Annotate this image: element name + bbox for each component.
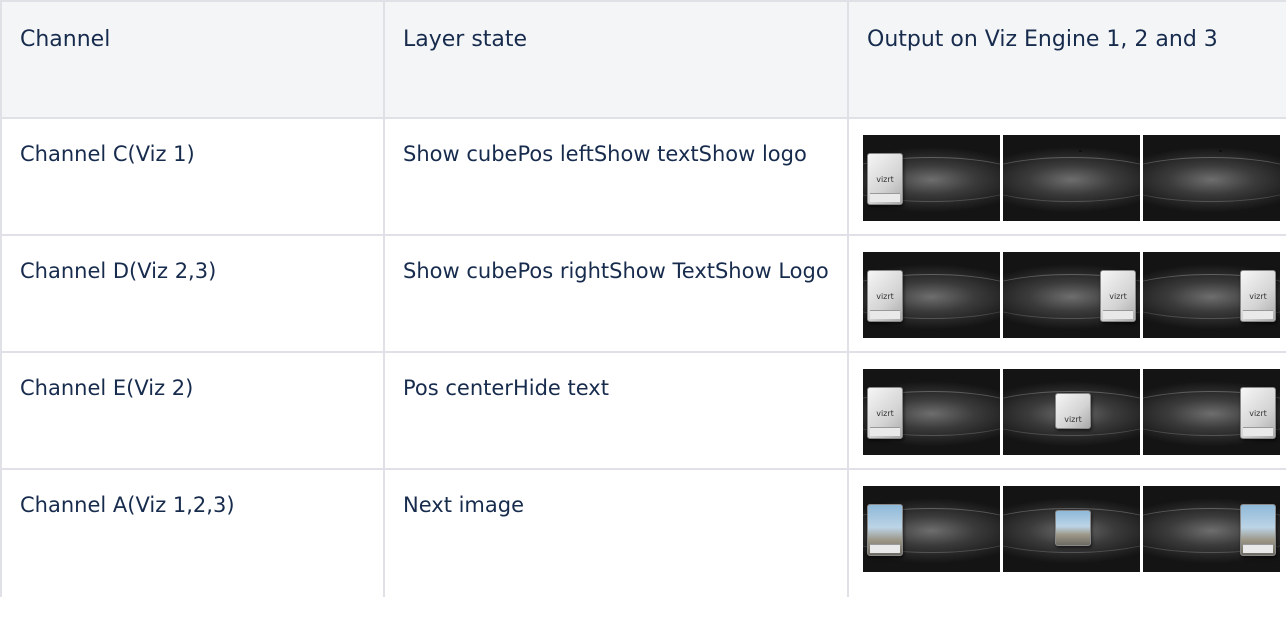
image-cube: [1240, 504, 1276, 556]
output-cell: vizrt: [847, 117, 1286, 236]
headline-tag: [870, 427, 900, 436]
engine-output-thumbnail: vizrt: [1003, 369, 1140, 455]
headline-tag: [1243, 310, 1273, 319]
logo-cube: vizrt: [867, 153, 903, 205]
channel-table: Channel Layer state Output on Viz Engine…: [0, 0, 1286, 597]
logo-cube: vizrt: [1055, 393, 1091, 429]
logo-cube: vizrt: [1240, 270, 1276, 322]
header-layer-state: Layer state: [383, 0, 849, 119]
engine-output-thumbnail: [863, 486, 1000, 572]
logo-cube: vizrt: [1240, 387, 1276, 439]
engine-output-thumbnail: vizrt: [1143, 252, 1280, 338]
output-thumbnails: vizrt vizrt vizrt: [863, 252, 1286, 338]
vizrt-logo: vizrt: [1064, 415, 1082, 424]
vizrt-logo: vizrt: [1249, 409, 1267, 418]
output-thumbnails: vizrt vizrt vizrt: [863, 369, 1286, 455]
engine-output-thumbnail: [1143, 135, 1280, 221]
image-cube: [1055, 510, 1091, 546]
vizrt-logo: vizrt: [876, 292, 894, 301]
engine-output-thumbnail: [1003, 135, 1140, 221]
channel-cell: Channel E(Viz 2): [0, 351, 385, 470]
logo-cube: vizrt: [1100, 270, 1136, 322]
layer-state-cell: Pos centerHide text: [383, 351, 849, 470]
logo-cube: vizrt: [867, 270, 903, 322]
engine-output-thumbnail: vizrt: [863, 252, 1000, 338]
output-thumbnails: vizrt: [863, 135, 1286, 221]
headline-tag: [1243, 427, 1273, 436]
header-channel: Channel: [0, 0, 385, 119]
table-row: Channel D(Viz 2,3) Show cubePos rightShow…: [0, 234, 1286, 353]
engine-output-thumbnail: vizrt: [1003, 252, 1140, 338]
headline-tag: [870, 193, 900, 202]
header-output: Output on Viz Engine 1, 2 and 3: [847, 0, 1286, 119]
engine-output-thumbnail: [1143, 486, 1280, 572]
output-cell: vizrt vizrt vizrt: [847, 234, 1286, 353]
channel-cell: Channel D(Viz 2,3): [0, 234, 385, 353]
image-cube: [867, 504, 903, 556]
output-cell: vizrt vizrt vizrt: [847, 351, 1286, 470]
vizrt-logo: vizrt: [876, 409, 894, 418]
channel-cell: Channel A(Viz 1,2,3): [0, 468, 385, 597]
headline-tag: [870, 310, 900, 319]
headline-tag: [1103, 310, 1133, 319]
engine-output-thumbnail: [1003, 486, 1140, 572]
output-cell: [847, 468, 1286, 597]
headline-tag: [870, 544, 900, 553]
table-row: Channel E(Viz 2) Pos centerHide text vizrt…: [0, 351, 1286, 470]
logo-cube: vizrt: [867, 387, 903, 439]
layer-state-cell: Show cubePos leftShow textShow logo: [383, 117, 849, 236]
vizrt-logo: vizrt: [1109, 292, 1127, 301]
engine-output-thumbnail: vizrt: [863, 369, 1000, 455]
table-row: Channel A(Viz 1,2,3) Next image: [0, 468, 1286, 597]
vizrt-logo: vizrt: [876, 175, 894, 184]
layer-state-cell: Next image: [383, 468, 849, 597]
header-row: Channel Layer state Output on Viz Engine…: [0, 0, 1286, 119]
engine-output-thumbnail: vizrt: [863, 135, 1000, 221]
table-row: Channel C(Viz 1) Show cubePos leftShow te…: [0, 117, 1286, 236]
engine-output-thumbnail: vizrt: [1143, 369, 1280, 455]
layer-state-cell: Show cubePos rightShow TextShow Logo: [383, 234, 849, 353]
channel-cell: Channel C(Viz 1): [0, 117, 385, 236]
headline-tag: [1243, 544, 1273, 553]
vizrt-logo: vizrt: [1249, 292, 1267, 301]
output-thumbnails: [863, 486, 1286, 572]
